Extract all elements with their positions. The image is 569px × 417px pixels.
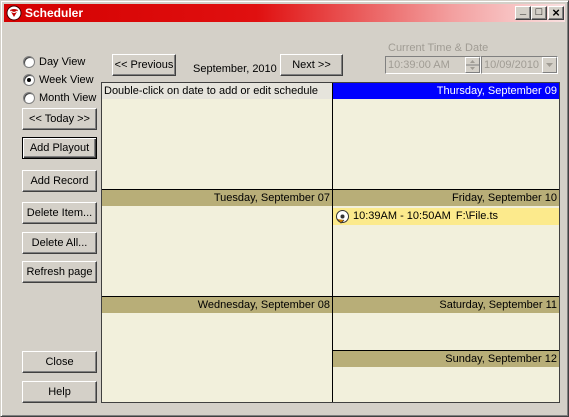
add-record-button[interactable]: Add Record	[22, 170, 97, 192]
day-header-friday[interactable]: Friday, September 10	[333, 190, 559, 206]
add-playout-button[interactable]: Add Playout	[22, 137, 97, 159]
title-bar[interactable]: Scheduler _ □ ×	[4, 4, 565, 22]
current-date-field[interactable]: 10/09/2010	[481, 56, 558, 74]
date-dropdown-button[interactable]	[542, 57, 557, 73]
previous-button[interactable]: << Previous	[112, 54, 176, 76]
schedule-event[interactable]: 10:39AM - 10:50AM F:\File.ts	[333, 208, 559, 225]
radio-day-view-label: Day View	[39, 56, 86, 68]
radio-week-view[interactable]: Week View	[23, 73, 94, 87]
radio-week-view-label: Week View	[39, 74, 94, 86]
close-window-button[interactable]: ×	[548, 6, 564, 20]
playout-event-icon	[336, 210, 349, 224]
current-time-caption: Current Time & Date	[388, 42, 489, 54]
scheduler-window: Scheduler _ □ × Day View Week View Month…	[0, 0, 569, 417]
day-header-tuesday[interactable]: Tuesday, September 07	[102, 190, 332, 206]
day-header-saturday[interactable]: Saturday, September 11	[333, 297, 559, 313]
current-month-label: September, 2010	[193, 63, 277, 75]
next-button[interactable]: Next >>	[280, 54, 343, 76]
week-calendar[interactable]: Double-click on date to add or edit sche…	[101, 82, 560, 403]
radio-day-view[interactable]: Day View	[23, 55, 85, 69]
day-header-sunday[interactable]: Sunday, September 12	[333, 351, 559, 367]
close-button[interactable]: Close	[22, 351, 97, 373]
chevron-down-icon	[546, 63, 553, 67]
day-header-thursday[interactable]: Thursday, September 09	[333, 83, 559, 99]
window-title: Scheduler	[25, 6, 84, 20]
minimize-button[interactable]: _	[515, 4, 531, 20]
radio-week-view-indicator[interactable]	[23, 74, 35, 86]
calendar-hint: Double-click on date to add or edit sche…	[102, 83, 332, 99]
radio-day-view-indicator[interactable]	[23, 56, 35, 68]
maximize-icon: □	[535, 6, 543, 18]
maximize-button[interactable]: □	[531, 6, 547, 20]
delete-item-button[interactable]: Delete Item...	[22, 202, 97, 224]
radio-month-view-label: Month View	[39, 92, 97, 104]
spinner-arrows-icon	[466, 60, 479, 70]
current-time-value: 10:39:00 AM	[388, 59, 450, 71]
current-time-field[interactable]: 10:39:00 AM	[385, 56, 481, 74]
refresh-page-button[interactable]: Refresh page	[22, 261, 97, 283]
minimize-icon: _	[519, 4, 527, 16]
event-time: 10:39AM - 10:50AM	[353, 210, 451, 222]
radio-month-view-indicator[interactable]	[23, 92, 35, 104]
time-spinner[interactable]	[465, 57, 480, 73]
scheduler-app-icon	[6, 5, 22, 21]
help-button[interactable]: Help	[22, 381, 97, 403]
radio-month-view[interactable]: Month View	[23, 91, 96, 105]
current-date-value: 10/09/2010	[484, 59, 540, 71]
close-icon: ×	[552, 5, 560, 20]
day-header-wednesday[interactable]: Wednesday, September 08	[102, 297, 332, 313]
today-button[interactable]: << Today >>	[22, 108, 97, 130]
delete-all-button[interactable]: Delete All...	[22, 232, 97, 254]
event-file: F:\File.ts	[455, 210, 499, 222]
